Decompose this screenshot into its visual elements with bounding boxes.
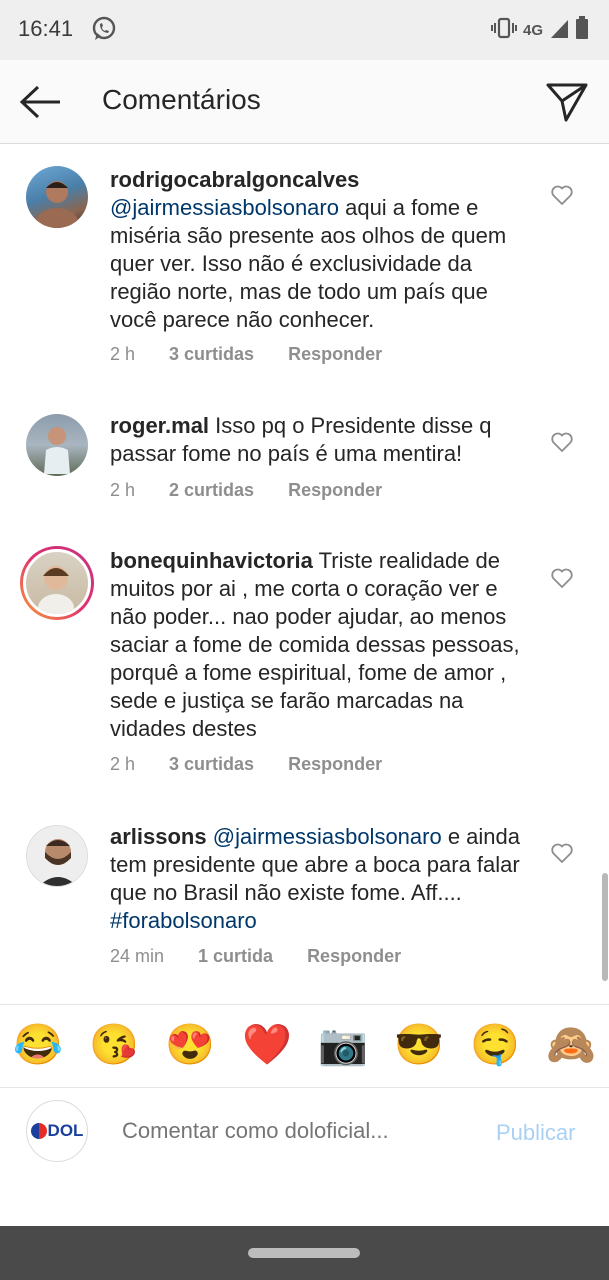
reply-button[interactable]: Responder <box>307 946 401 967</box>
heart-icon[interactable] <box>550 183 574 207</box>
publish-button[interactable]: Publicar <box>496 1120 575 1146</box>
emoji-laughing[interactable]: 😂 <box>13 1021 63 1069</box>
likes-count[interactable]: 1 curtida <box>198 946 273 967</box>
comment-time: 2 h <box>110 480 136 500</box>
comment-username[interactable]: roger.mal <box>110 413 209 438</box>
vibrate-icon <box>490 17 517 44</box>
direct-send-icon[interactable] <box>543 78 591 126</box>
back-arrow-icon[interactable] <box>14 78 66 126</box>
heart-icon[interactable] <box>550 430 574 454</box>
home-gesture-pill[interactable] <box>248 1248 360 1258</box>
status-time: 16:41 <box>18 16 74 41</box>
system-nav-bar <box>0 1226 609 1280</box>
avatar[interactable] <box>20 546 94 620</box>
comment-text: roger.mal Isso pq o Presidente disse q p… <box>110 412 535 468</box>
mention-link[interactable]: @jairmessiasbolsonaro <box>110 195 339 220</box>
comment-meta: 2 h 2 curtidas Responder <box>110 480 416 501</box>
likes-count[interactable]: 3 curtidas <box>169 754 254 775</box>
header: Comentários <box>0 60 609 144</box>
reply-button[interactable]: Responder <box>288 344 382 365</box>
emoji-heart-eyes[interactable]: 😍 <box>165 1021 215 1069</box>
comment-body: Triste realidade de muitos por ai , me c… <box>110 548 520 741</box>
comment-meta: 2 h 3 curtidas Responder <box>110 754 416 775</box>
status-icons: 4G <box>490 15 589 45</box>
scrollbar[interactable] <box>602 873 608 981</box>
own-avatar: DOL <box>26 1100 88 1162</box>
battery-icon <box>575 15 589 45</box>
comment-time: 24 min <box>110 946 165 966</box>
comment-username[interactable]: bonequinhavictoria <box>110 548 313 573</box>
hashtag-link[interactable]: #forabolsonaro <box>110 908 257 933</box>
emoji-red-heart[interactable]: ❤️ <box>242 1021 292 1069</box>
emoji-kiss[interactable]: 😘 <box>89 1021 139 1069</box>
emoji-see-no-evil-monkey[interactable]: 🙈 <box>546 1021 596 1069</box>
comment-time: 2 h <box>110 754 136 774</box>
comment-time: 2 h <box>110 344 136 364</box>
network-label: 4G <box>522 21 543 39</box>
reply-button[interactable]: Responder <box>288 754 382 775</box>
emoji-camera[interactable]: 📷 <box>318 1021 368 1069</box>
heart-icon[interactable] <box>550 841 574 865</box>
comment-input[interactable] <box>122 1118 462 1144</box>
likes-count[interactable]: 2 curtidas <box>169 480 254 501</box>
emoji-drooling[interactable]: 🤤 <box>470 1021 520 1069</box>
mention-link[interactable]: @jairmessiasbolsonaro <box>213 824 442 849</box>
comment-username[interactable]: rodrigocabralgoncalves <box>110 167 359 192</box>
emoji-sunglasses[interactable]: 😎 <box>394 1021 444 1069</box>
heart-icon[interactable] <box>550 566 574 590</box>
dol-logo-icon <box>30 1123 47 1139</box>
avatar[interactable] <box>26 166 88 228</box>
whatsapp-icon <box>90 15 118 43</box>
comment-meta: 2 h 3 curtidas Responder <box>110 344 416 365</box>
comment-text: rodrigocabralgoncalves @jairmessiasbolso… <box>110 166 535 334</box>
dol-logo: DOL <box>30 1121 83 1141</box>
comment-composer: DOL Publicar <box>0 1088 609 1226</box>
avatar[interactable] <box>26 825 88 887</box>
comment-text: bonequinhavictoria Triste realidade de m… <box>110 547 535 743</box>
reply-button[interactable]: Responder <box>288 480 382 501</box>
status-bar: 16:41 4G <box>0 0 609 60</box>
comment-meta: 24 min 1 curtida Responder <box>110 946 435 967</box>
signal-icon <box>549 17 569 44</box>
page-title: Comentários <box>102 84 261 115</box>
likes-count[interactable]: 3 curtidas <box>169 344 254 365</box>
emoji-bar: 😂 😘 😍 ❤️ 📷 😎 🤤 🙈 <box>0 1004 609 1088</box>
comment-username[interactable]: arlissons <box>110 824 207 849</box>
comment-text: arlissons @jairmessiasbolsonaro e ainda … <box>110 823 535 935</box>
avatar[interactable] <box>26 414 88 476</box>
